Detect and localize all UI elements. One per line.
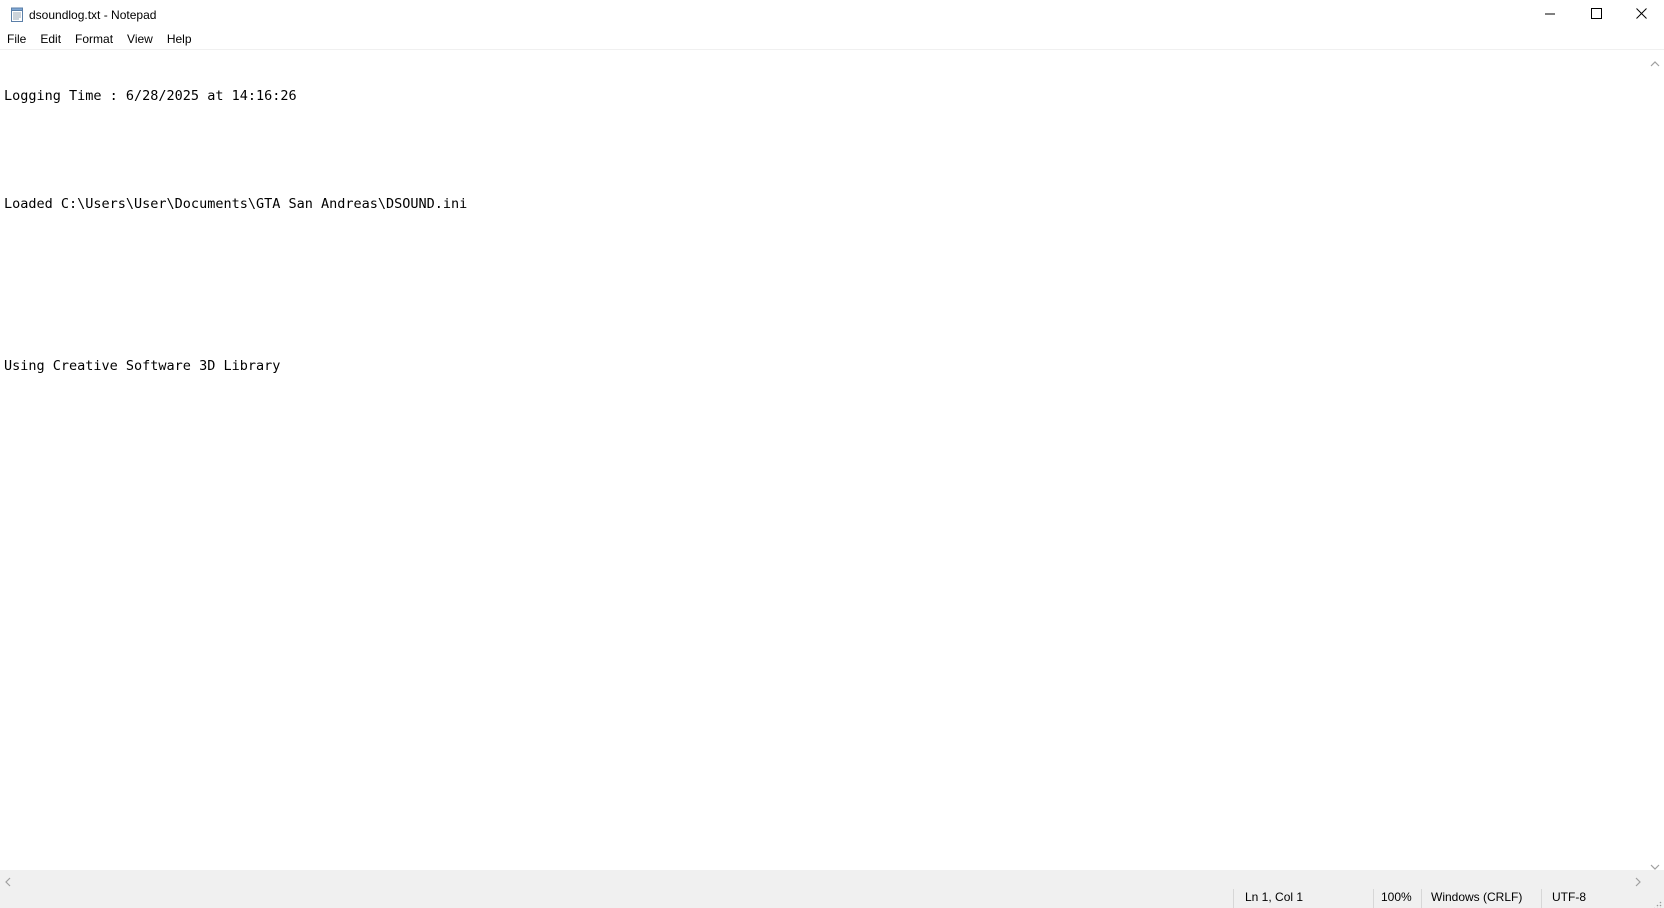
menu-help[interactable]: Help (160, 30, 199, 48)
resize-grip-icon[interactable] (1652, 896, 1662, 908)
horizontal-scrollbar[interactable] (0, 870, 1646, 887)
editor-line: Logging Time : 6/28/2025 at 14:16:26 (4, 88, 297, 104)
status-bar: Ln 1, Col 1 100% Windows (CRLF) UTF-8 (0, 887, 1664, 908)
scroll-down-icon[interactable] (1650, 858, 1660, 870)
text-editor[interactable]: Logging Time : 6/28/2025 at 14:16:26 Loa… (0, 50, 1646, 870)
menu-bar: File Edit Format View Help (0, 29, 1664, 49)
editor-line: Using Creative Software 3D Library (4, 358, 281, 374)
status-zoom: 100% (1381, 890, 1412, 904)
window-title: dsoundlog.txt - Notepad (29, 8, 157, 22)
scroll-left-icon[interactable] (4, 874, 12, 887)
scroll-right-icon[interactable] (1634, 874, 1642, 887)
title-bar[interactable]: dsoundlog.txt - Notepad (0, 0, 1664, 29)
editor-content[interactable]: Logging Time : 6/28/2025 at 14:16:26 Loa… (4, 51, 467, 411)
status-divider (1541, 889, 1542, 908)
scroll-up-icon[interactable] (1650, 55, 1660, 67)
status-line-ending: Windows (CRLF) (1431, 890, 1523, 904)
status-encoding: UTF-8 (1552, 890, 1586, 904)
status-cursor-position: Ln 1, Col 1 (1245, 890, 1304, 904)
maximize-button[interactable] (1573, 0, 1619, 29)
maximize-icon (1590, 6, 1602, 24)
close-icon (1635, 6, 1647, 24)
minimize-button[interactable] (1527, 0, 1573, 29)
close-button[interactable] (1618, 0, 1664, 29)
vertical-scrollbar[interactable] (1646, 50, 1664, 870)
menu-edit[interactable]: Edit (33, 30, 68, 48)
status-divider (1421, 889, 1422, 908)
menu-view[interactable]: View (120, 30, 160, 48)
notepad-icon (9, 7, 25, 23)
menu-file[interactable]: File (0, 30, 33, 48)
status-divider (1233, 889, 1234, 908)
editor-line: Loaded C:\Users\User\Documents\GTA San A… (4, 196, 468, 212)
menu-format[interactable]: Format (68, 30, 120, 48)
scrollbar-corner (1646, 870, 1664, 887)
minimize-icon (1545, 6, 1555, 24)
status-divider (1373, 889, 1374, 908)
